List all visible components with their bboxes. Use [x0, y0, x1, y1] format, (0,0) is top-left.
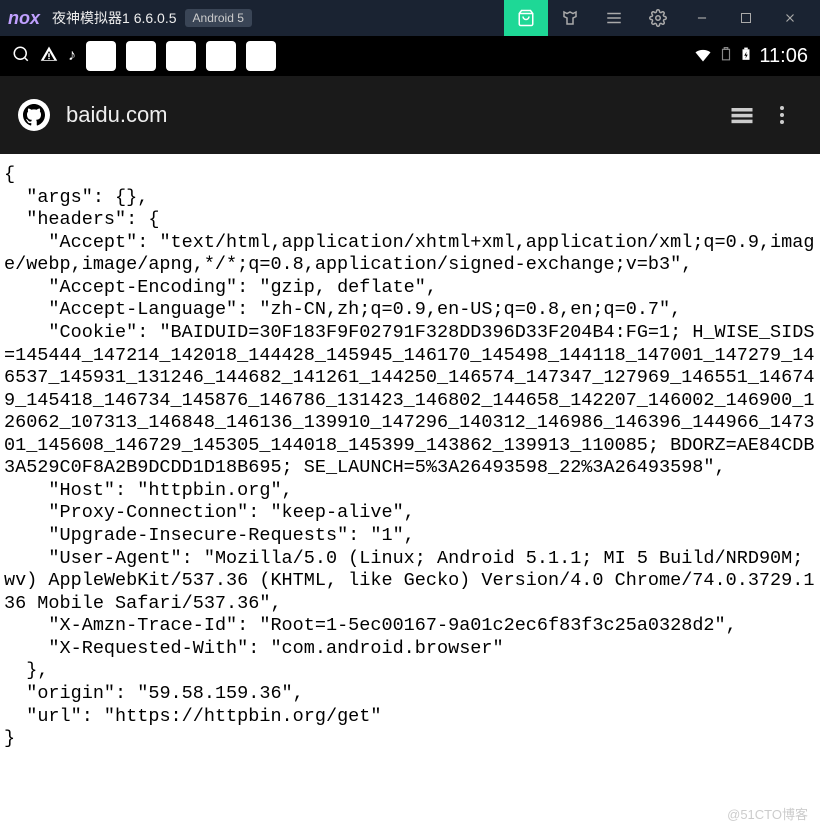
android-version-badge: Android 5 — [185, 9, 252, 27]
android-statusbar: ♪ 11:06 — [0, 36, 820, 76]
shirt-button[interactable] — [548, 0, 592, 36]
search-icon — [12, 45, 30, 68]
watermark: @51CTO博客 — [727, 804, 808, 823]
wifi-icon — [693, 44, 713, 69]
battery-charging-icon — [739, 44, 753, 69]
tabs-icon[interactable] — [722, 101, 762, 129]
notification-box — [126, 41, 156, 71]
window-title: 夜神模拟器1 6.6.0.5 — [52, 8, 177, 28]
music-icon: ♪ — [68, 47, 76, 65]
close-button[interactable] — [768, 0, 812, 36]
notification-box — [206, 41, 236, 71]
status-time: 11:06 — [759, 45, 808, 68]
notification-box — [166, 41, 196, 71]
browser-addressbar: baidu.com — [0, 76, 820, 154]
notification-box — [246, 41, 276, 71]
minimize-button[interactable] — [680, 0, 724, 36]
settings-button[interactable] — [636, 0, 680, 36]
github-icon[interactable] — [18, 99, 50, 131]
maximize-button[interactable] — [724, 0, 768, 36]
notification-box — [86, 41, 116, 71]
page-content: { "args": {}, "headers": { "Accept": "te… — [0, 154, 820, 761]
menu-button[interactable] — [592, 0, 636, 36]
warning-icon — [40, 45, 58, 68]
battery-empty-icon — [719, 44, 733, 69]
url-display[interactable]: baidu.com — [66, 102, 722, 128]
shop-button[interactable] — [504, 0, 548, 36]
more-icon[interactable] — [762, 103, 802, 127]
nox-logo: nox — [8, 8, 40, 29]
emulator-titlebar: nox 夜神模拟器1 6.6.0.5 Android 5 — [0, 0, 820, 36]
